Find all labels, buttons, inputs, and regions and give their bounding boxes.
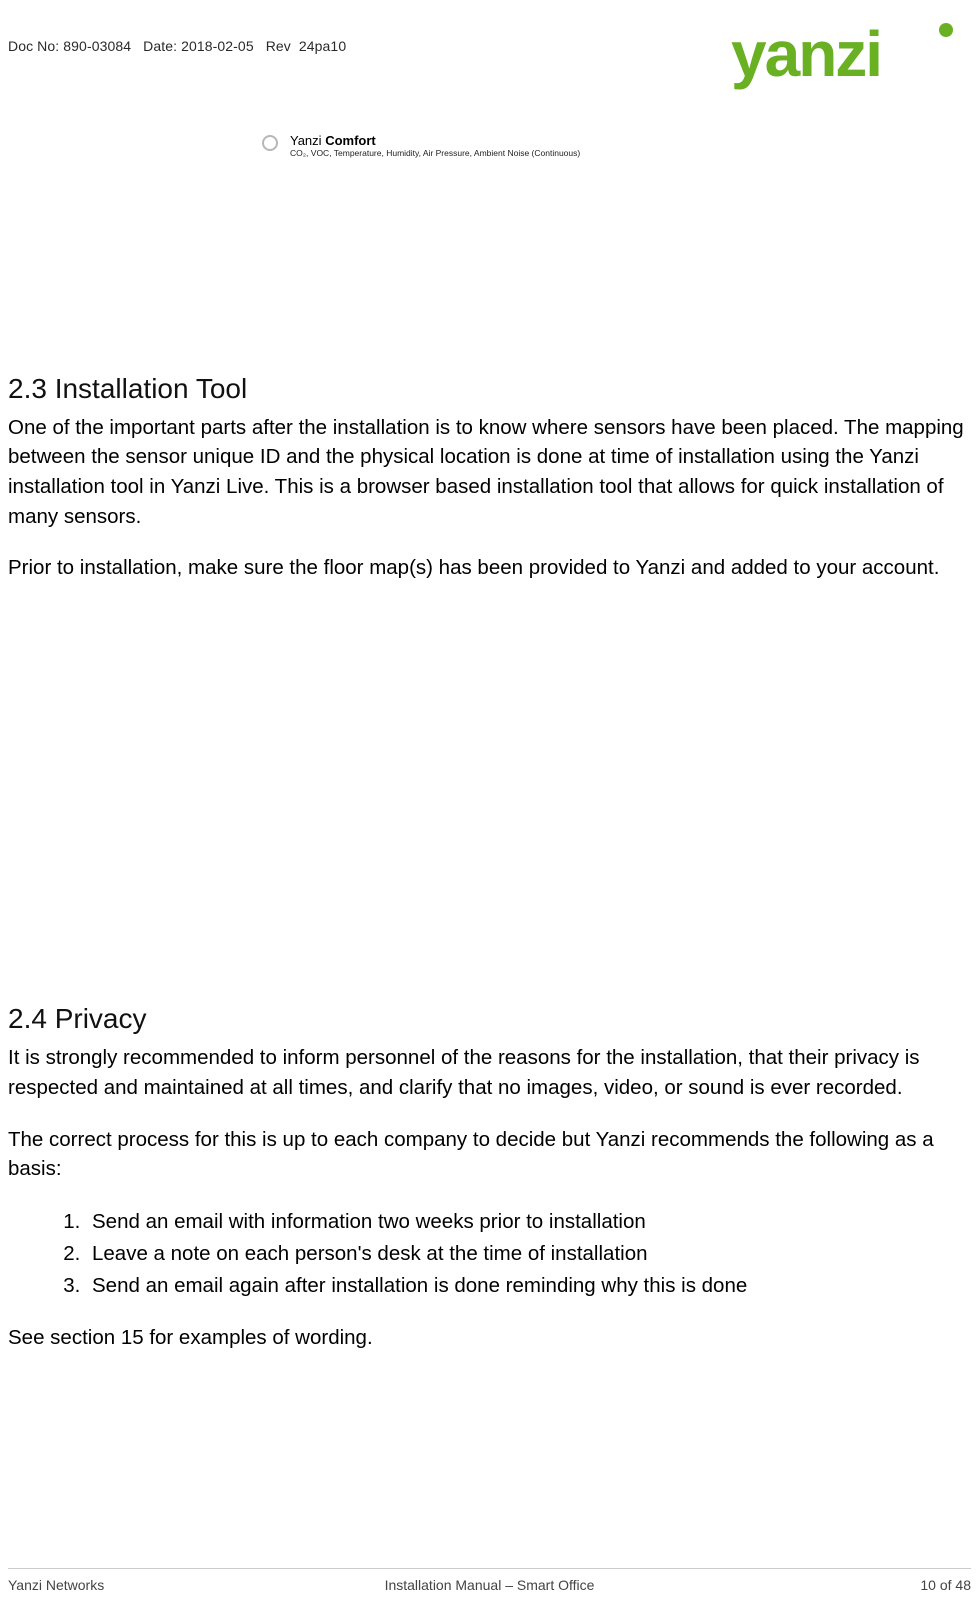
rev-value: 24pa10 [299,38,346,54]
product-info: Yanzi Comfort CO₂, VOC, Temperature, Hum… [262,134,971,158]
rev-label: Rev [266,38,291,54]
list-item: Send an email again after installation i… [86,1270,971,1302]
s23-paragraph-1: One of the important parts after the ins… [8,413,971,532]
sensor-icon [262,135,278,151]
product-subtitle: CO₂, VOC, Temperature, Humidity, Air Pre… [290,149,580,158]
doc-no-label: Doc No: [8,38,59,54]
section-installation-tool: 2.3 Installation Tool One of the importa… [8,373,971,584]
product-text: Yanzi Comfort CO₂, VOC, Temperature, Hum… [290,134,580,158]
footer-center: Installation Manual – Smart Office [8,1577,971,1593]
list-item: Send an email with information two weeks… [86,1206,971,1238]
page-header: Doc No: 890-03084 Date: 2018-02-05 Rev 2… [8,30,971,108]
footer-right: 10 of 48 [920,1577,971,1593]
section-privacy: 2.4 Privacy It is strongly recommended t… [8,1003,971,1353]
svg-text:yanzi: yanzi [731,18,881,90]
date-label: Date: [143,38,177,54]
doc-no-value: 890-03084 [63,38,131,54]
list-item: Leave a note on each person's desk at th… [86,1238,971,1270]
privacy-steps-list: Send an email with information two weeks… [8,1206,971,1301]
footer-left: Yanzi Networks [8,1577,104,1593]
page-footer: Yanzi Networks Installation Manual – Sma… [8,1568,971,1593]
product-name: Comfort [325,133,376,148]
product-title: Yanzi Comfort [290,134,580,148]
doc-meta: Doc No: 890-03084 Date: 2018-02-05 Rev 2… [8,30,346,54]
heading-2-3: 2.3 Installation Tool [8,373,971,405]
s23-paragraph-2: Prior to installation, make sure the flo… [8,553,971,583]
s24-paragraph-2: The correct process for this is up to ea… [8,1125,971,1184]
brand-logo: yanzi [731,18,971,98]
heading-2-4: 2.4 Privacy [8,1003,971,1035]
s24-paragraph-3: See section 15 for examples of wording. [8,1323,971,1353]
s24-paragraph-1: It is strongly recommended to inform per… [8,1043,971,1102]
product-brand: Yanzi [290,133,322,148]
date-value: 2018-02-05 [181,38,254,54]
